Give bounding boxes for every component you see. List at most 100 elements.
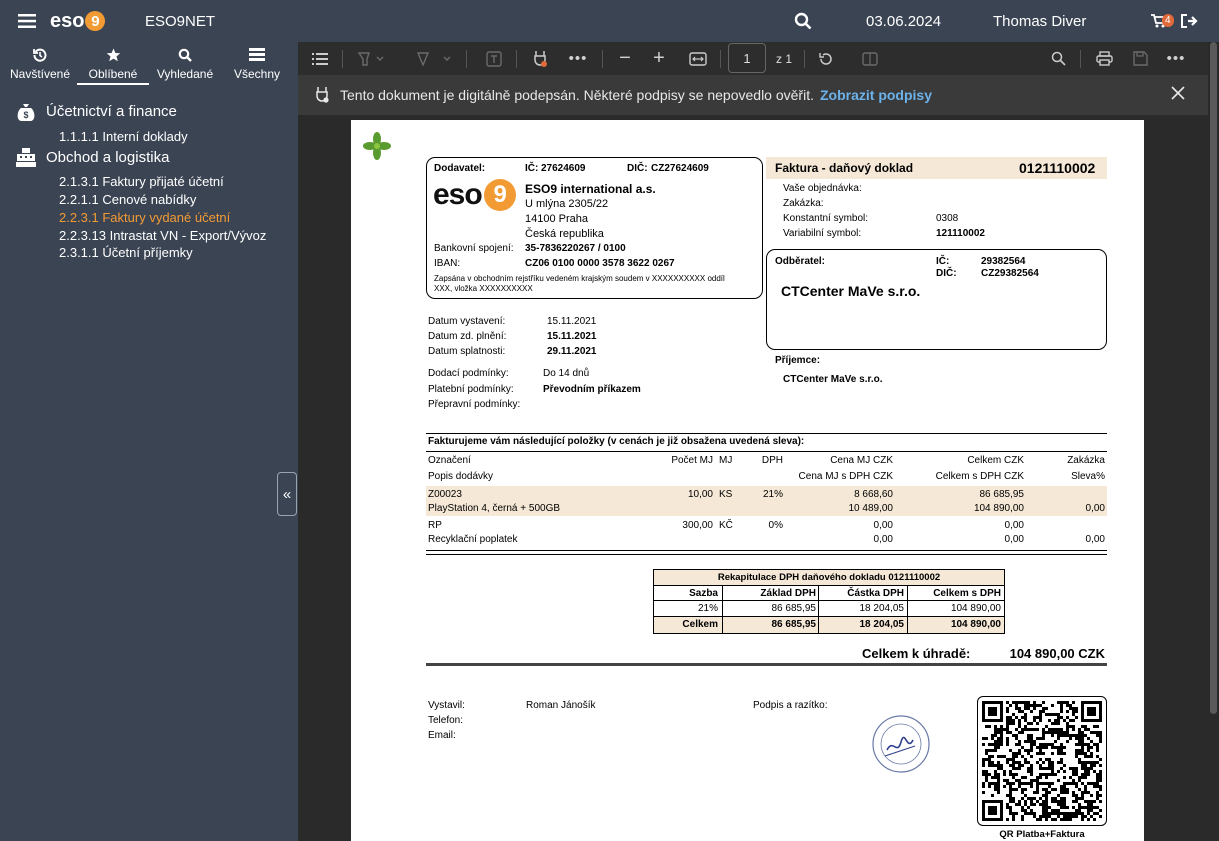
supplier-street: U mlýna 2305/22 [525,198,609,210]
outline-icon[interactable] [310,42,330,75]
zoom-in-icon[interactable]: + [648,42,670,75]
tree-group-finance[interactable]: $ Účetnictví a finance [14,100,177,122]
issue-date-label: Datum vystavení: [428,316,506,327]
supplier-dic: CZ27624609 [651,163,709,174]
tab-all[interactable]: Všechny [221,48,293,81]
var-symbol-label: Variabilní symbol: [783,228,862,239]
vat-rate: 21% [697,603,718,614]
draw-tool-icon[interactable] [410,42,454,75]
col-disc2: Sleva% [1071,471,1105,482]
user-name[interactable]: Thomas Diver [993,0,1086,42]
tax-date-label: Datum zd. plnění: [428,331,507,342]
phone-label: Telefon: [428,715,464,726]
hamburger-menu-icon[interactable] [18,0,36,42]
signature-notice-bar: Tento dokument je digitálně podepsán. Ně… [298,75,1208,115]
tab-searched[interactable]: Vyhledané [149,48,221,81]
scrollbar-thumb[interactable] [1210,42,1217,714]
text-tool-icon[interactable] [482,42,506,75]
payment-label: Platební podmínky: [428,384,514,395]
supplier-ic-label: IČ: [525,163,539,174]
delivery-label: Dodací podmínky: [428,368,509,379]
vat-sum-base: 86 685,95 [771,619,817,630]
col-total-vat: Celkem s DPH CZK [935,471,1024,482]
col-qty: Počet MJ [671,455,713,466]
find-icon[interactable] [1046,42,1070,75]
tree-item-quotes[interactable]: 2.2.1.1 Cenové nabídky [59,192,196,207]
history-icon [4,48,76,66]
item-total-vat: 0,00 [1004,534,1024,545]
sidebar: Navštívené Oblíbené Vyhledané Všechny $ … [0,42,298,841]
vat-h-rate: Sazba [689,588,718,599]
svg-text:$: $ [23,110,28,120]
item-disc: 0,00 [1085,534,1105,545]
vat-recap-title: Rekapitulace DPH daňového dokladu 012111… [717,572,941,583]
close-icon[interactable] [1170,85,1186,104]
collapse-sidebar-button[interactable]: « [277,472,297,516]
signature-message: Tento dokument je digitálně podepsán. Ně… [340,87,814,103]
tab-favorites[interactable]: Oblíbené [77,48,149,85]
customer-name: CTCenter MaVe s.r.o. [781,283,921,299]
highlight-tool-icon[interactable] [354,42,388,75]
tree-item-internal-docs[interactable]: 1.1.1.1 Interní doklady [59,129,188,144]
item-price: 8 668,60 [854,489,893,500]
eso9-logo: eso 9 [433,178,516,212]
tree-group-label: Účetnictví a finance [46,102,177,120]
signature-warning-icon [314,86,330,107]
zoom-out-icon[interactable]: − [614,42,636,75]
col-price-vat: Cena MJ s DPH CZK [798,471,893,482]
tree-item-issued-invoices[interactable]: 2.2.3.1 Faktury vydané účetní [59,210,230,225]
rule [426,550,1107,551]
doc-title: Faktura - daňový doklad [775,161,914,175]
registry-note-2: XXX, vložka XXXXXXXXXX [434,284,533,293]
page-number-input[interactable]: 1 [728,43,766,73]
notifications-button[interactable]: 4 [1150,0,1180,42]
more-tools-icon[interactable]: ••• [566,42,590,75]
item-total: 0,00 [1004,520,1024,531]
page-count: z 1 [775,51,792,66]
tree-item-receipts[interactable]: 2.3.1.1 Účetní příjemky [59,245,193,260]
item-code: Z00023 [428,489,462,500]
customer-ic: 29382564 [981,256,1026,267]
pdf-toolbar: ••• − + 1 z 1 ••• [298,42,1208,75]
scrollbar[interactable] [1208,42,1219,841]
save-icon[interactable] [1128,42,1152,75]
item-price-vat: 10 489,00 [848,503,894,514]
rotate-icon[interactable] [814,42,838,75]
pdf-viewer: ••• − + 1 z 1 ••• Tento dokument je digi… [298,42,1219,841]
vat-sum-label: Celkem [682,619,718,630]
vat-h-amount: Částka DPH [847,588,904,599]
search-icon[interactable] [794,0,812,42]
show-signatures-link[interactable]: Zobrazit podpisy [820,87,932,103]
registry-note-1: Zapsána v obchodním rejstříku vedeném kr… [434,274,725,283]
more-options-icon[interactable]: ••• [1164,42,1188,75]
col-unit: MJ [719,455,733,466]
tree-group-trade[interactable]: Obchod a logistika [14,146,169,168]
signature-icon[interactable] [528,42,552,75]
print-icon[interactable] [1092,42,1116,75]
official-stamp [867,712,935,779]
page-view-icon[interactable] [858,42,882,75]
tree-item-received-invoices[interactable]: 2.1.3.1 Faktury přijaté účetní [59,174,224,189]
customer-ic-label: IČ: [936,256,950,267]
item-vat: 21% [762,489,783,500]
double-chevron-left-icon: « [282,485,292,503]
qr-code [982,701,1102,821]
item-desc: Recyklační poplatek [428,534,518,545]
app-logo[interactable]: eso 9 [50,0,106,42]
item-total-vat: 104 890,00 [973,503,1024,514]
tree-group-label: Obchod a logistika [46,148,170,166]
order-label: Vaše objednávka: [783,183,862,194]
supplier-city: 14100 Praha [525,213,588,225]
qr-label: QR Platba+Faktura [999,829,1085,840]
customer-dic-label: DIČ: [936,268,957,279]
tab-label: Vyhledané [156,67,214,81]
supplier-label: Dodavatel: [434,163,486,174]
tree-item-intrastat[interactable]: 2.2.3.13 Intrastat VN - Export/Vývoz [59,228,266,243]
fit-width-icon[interactable] [686,42,710,75]
invoice-page: Dodavatel: IČ: 27624609 DIČ: CZ27624609 … [351,120,1144,841]
notification-badge: 4 [1162,13,1174,27]
active-tab-underline [77,83,149,85]
contract-label: Zakázka: [783,198,824,209]
logout-icon[interactable] [1180,0,1198,42]
tab-visited[interactable]: Navštívené [4,48,76,81]
